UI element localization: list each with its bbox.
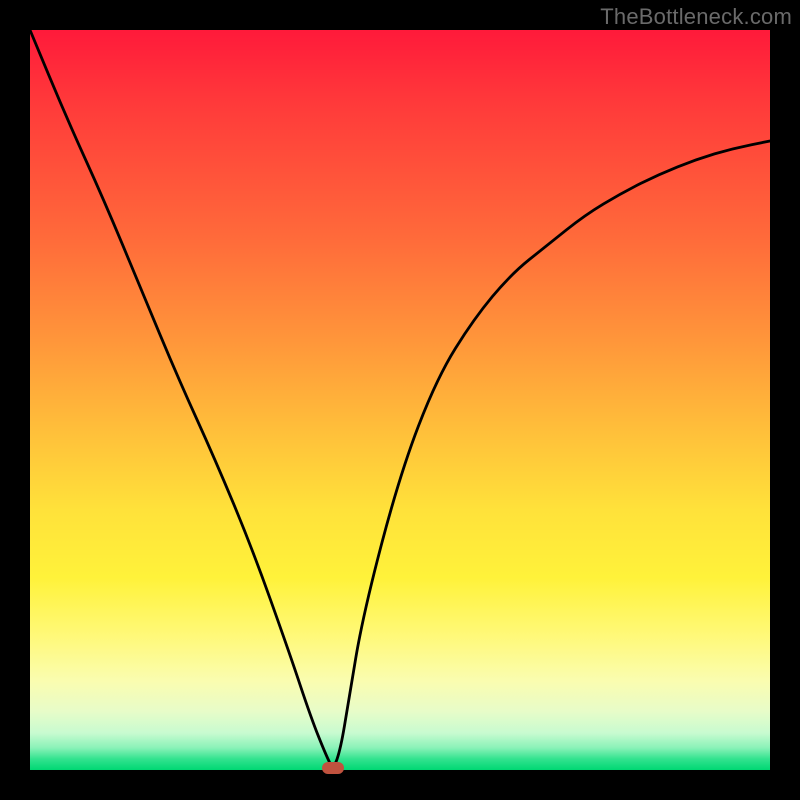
plot-area	[30, 30, 770, 770]
watermark-text: TheBottleneck.com	[600, 4, 792, 30]
bottleneck-curve	[30, 30, 770, 770]
chart-frame: TheBottleneck.com	[0, 0, 800, 800]
curve-path	[30, 30, 770, 766]
optimum-marker	[322, 762, 344, 774]
